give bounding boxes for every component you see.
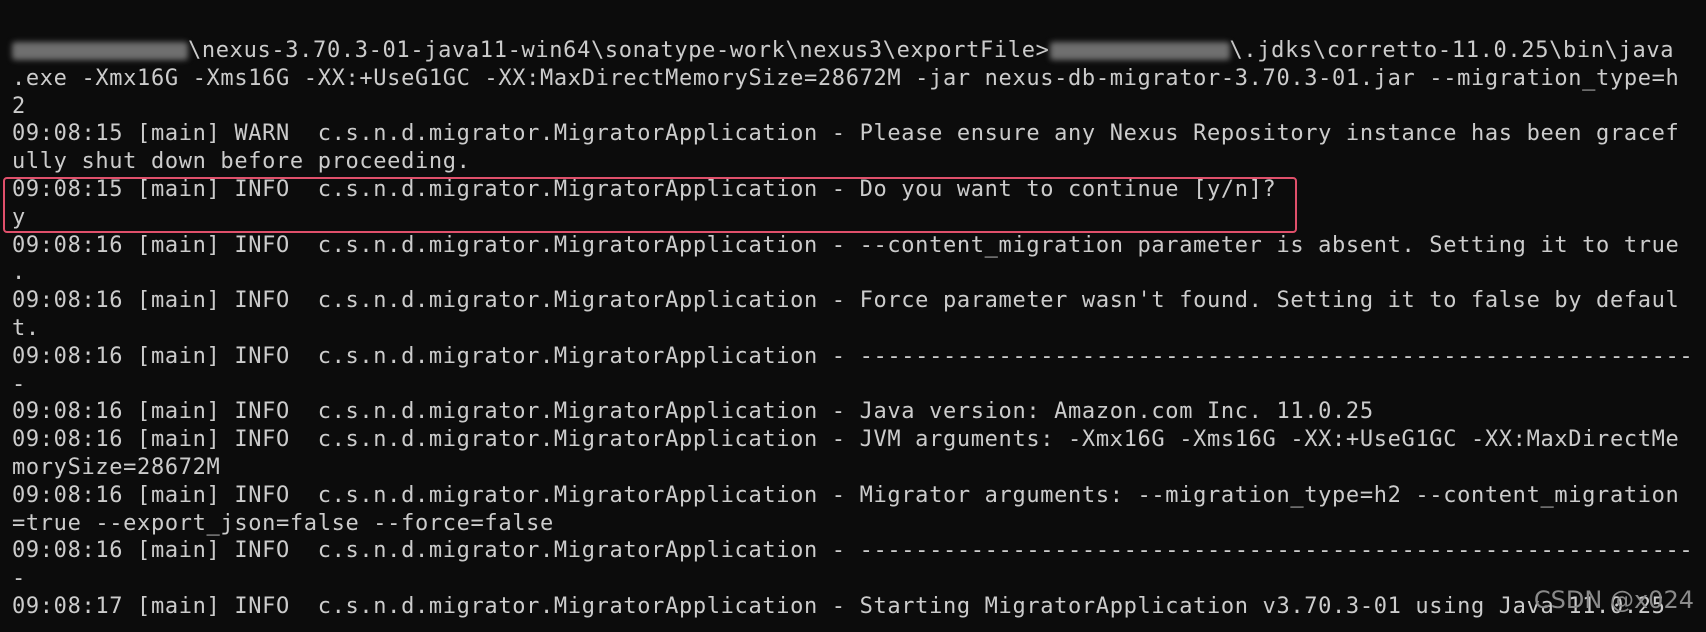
log-line-info: 09:08:16 [main] INFO c.s.n.d.migrator.Mi… [12, 232, 1680, 258]
log-line-info: 09:08:16 [main] INFO c.s.n.d.migrator.Mi… [12, 288, 1680, 314]
output-line: - [12, 566, 26, 592]
user-input-line: y [12, 204, 26, 230]
output-line: - [12, 371, 26, 397]
command-line: \nexus-3.70.3-01-java11-win64\sonatype-w… [12, 37, 1702, 65]
output-line: t. [12, 315, 40, 341]
output-line: ully shut down before proceeding. [12, 149, 471, 175]
terminal-window[interactable]: \nexus-3.70.3-01-java11-win64\sonatype-w… [0, 0, 1706, 632]
output-line: . [12, 260, 26, 286]
prompt-path: \nexus-3.70.3-01-java11-win64\sonatype-w… [188, 38, 1050, 63]
output-line: morySize=28672M [12, 454, 221, 480]
output-line: 2 [12, 93, 26, 119]
log-line-info: 09:08:17 [main] INFO c.s.n.d.migrator.Mi… [12, 593, 1666, 619]
log-line-info: 09:08:16 [main] INFO c.s.n.d.migrator.Mi… [12, 343, 1694, 369]
log-line-info: 09:08:16 [main] INFO c.s.n.d.migrator.Mi… [12, 538, 1694, 564]
terminal-output: \nexus-3.70.3-01-java11-win64\sonatype-w… [12, 37, 1702, 621]
log-line-info: 09:08:16 [main] INFO c.s.n.d.migrator.Mi… [12, 427, 1680, 453]
watermark: CSDN @x024 [1533, 586, 1694, 614]
log-line-prompt: 09:08:15 [main] INFO c.s.n.d.migrator.Mi… [12, 176, 1277, 202]
redacted-path [12, 42, 188, 60]
output-line: =true --export_json=false --force=false [12, 510, 554, 536]
output-line: .exe -Xmx16G -Xms16G -XX:+UseG1GC -XX:Ma… [12, 65, 1680, 91]
log-line-warn: 09:08:15 [main] WARN c.s.n.d.migrator.Mi… [12, 121, 1680, 147]
log-line-info: 09:08:16 [main] INFO c.s.n.d.migrator.Mi… [12, 399, 1374, 425]
log-line-info: 09:08:16 [main] INFO c.s.n.d.migrator.Mi… [12, 482, 1680, 508]
command-java-path: \.jdks\corretto-11.0.25\bin\java [1229, 38, 1675, 63]
redacted-path [1049, 42, 1230, 60]
